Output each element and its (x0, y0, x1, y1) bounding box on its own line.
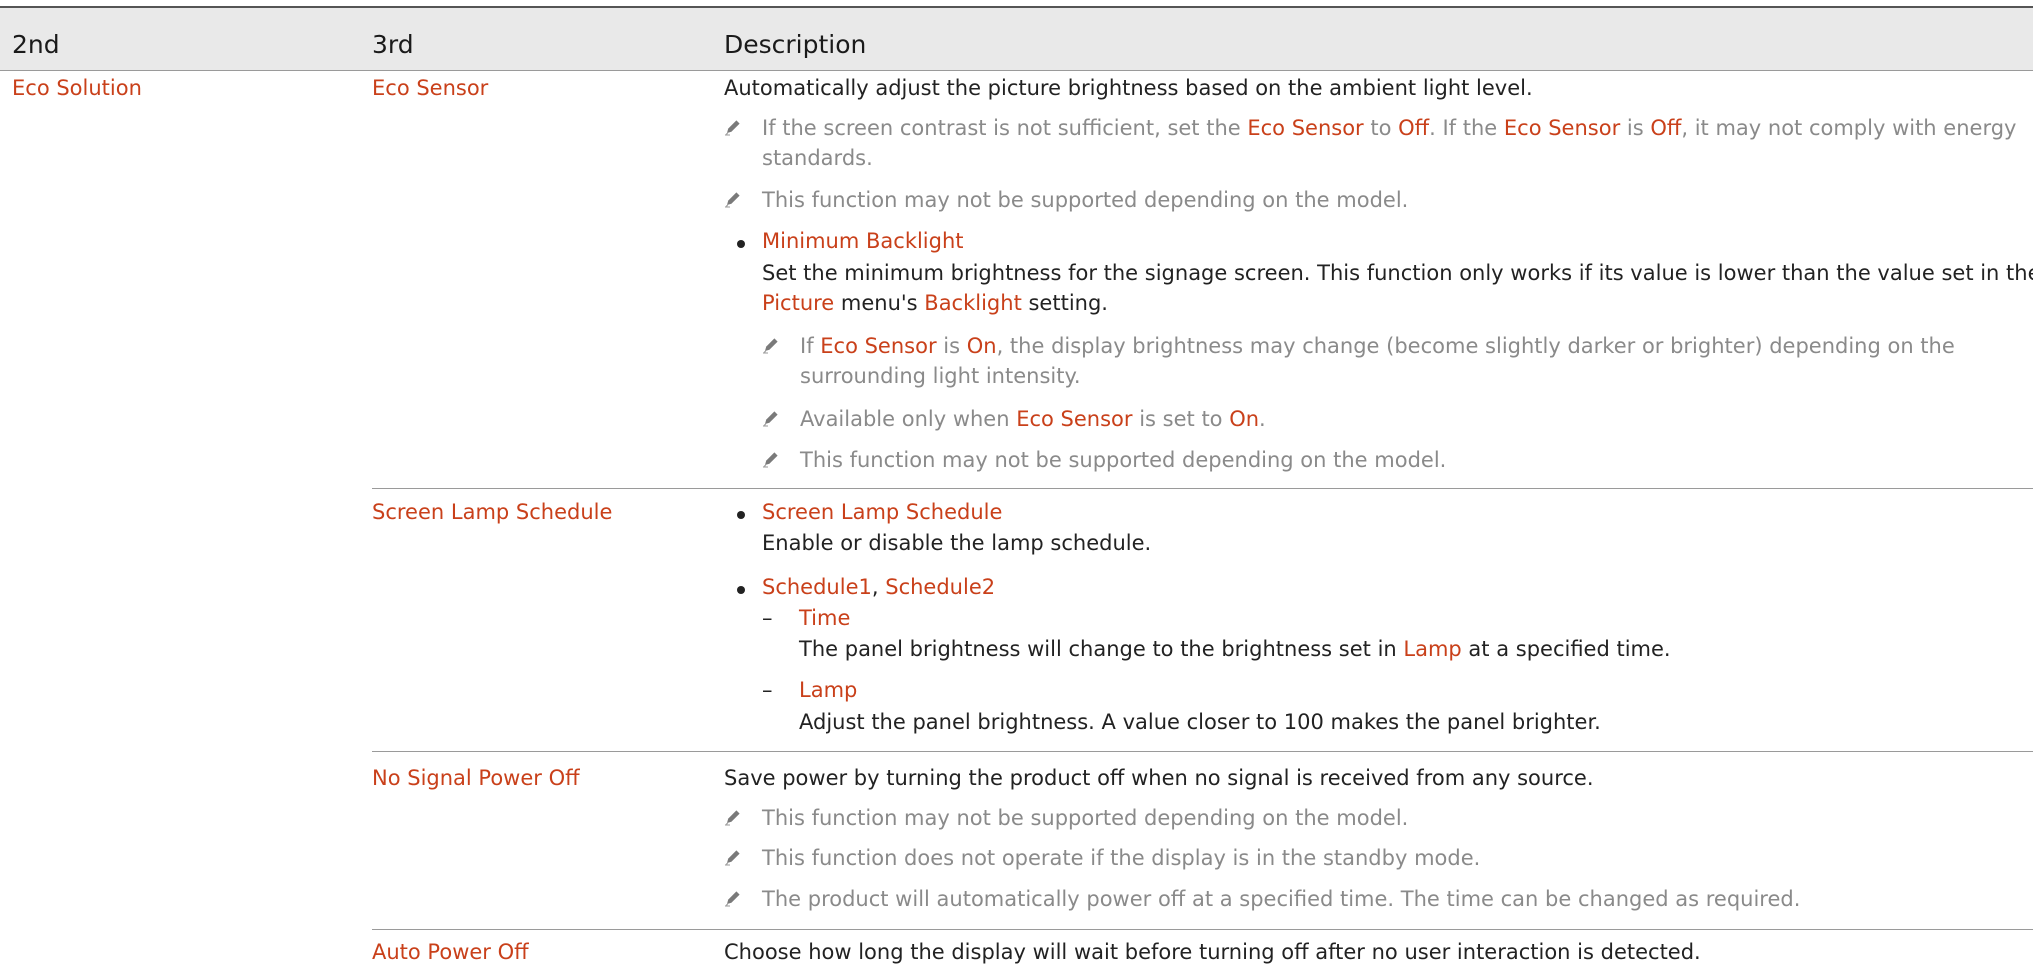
table-header: 2nd 3rd Description (0, 8, 2033, 70)
minimum-backlight-note-3: This function may not be supported depen… (800, 448, 1447, 472)
pencil-icon (724, 889, 742, 907)
bullet-icon (737, 511, 745, 519)
lamp-desc: Adjust the panel brightness. A value clo… (799, 710, 1601, 734)
time-desc: The panel brightness will change to the … (799, 637, 1671, 661)
header-divider (0, 70, 2033, 71)
minimum-backlight-note-2: Available only when Eco Sensor is set to… (800, 407, 1266, 431)
minimum-backlight-title: Minimum Backlight (762, 229, 964, 253)
minimum-backlight-note-1: If Eco Sensor is On, the display brightn… (800, 334, 1955, 358)
pencil-icon (724, 808, 742, 826)
no-signal-power-off-label: No Signal Power Off (372, 766, 580, 790)
bullet-icon (737, 586, 745, 594)
screen-lamp-schedule-label: Screen Lamp Schedule (372, 500, 613, 524)
pencil-icon (762, 409, 780, 427)
eco-sensor-note-1-line2: standards. (762, 146, 873, 170)
eco-sensor-desc: Automatically adjust the picture brightn… (724, 76, 1533, 100)
minimum-backlight-desc-2: Picture menu's Backlight setting. (762, 291, 1108, 315)
row-divider (372, 488, 2033, 489)
header-3rd: 3rd (372, 30, 414, 59)
no-signal-note-1: This function may not be supported depen… (762, 806, 1409, 830)
auto-power-desc: Choose how long the display will wait be… (724, 940, 1701, 964)
eco-sensor-label: Eco Sensor (372, 76, 489, 100)
dash-icon: – (762, 606, 773, 630)
minimum-backlight-desc-1: Set the minimum brightness for the signa… (762, 261, 2033, 285)
pencil-icon (724, 848, 742, 866)
dash-icon: – (762, 678, 773, 702)
pencil-icon (724, 118, 742, 136)
auto-power-off-label: Auto Power Off (372, 940, 529, 964)
pencil-icon (762, 336, 780, 354)
no-signal-note-3: The product will automatically power off… (762, 887, 1801, 911)
eco-sensor-note-1: If the screen contrast is not sufficient… (762, 116, 2017, 140)
minimum-backlight-note-1-line2: surrounding light intensity. (800, 364, 1081, 388)
pencil-icon (762, 450, 780, 468)
schedule-titles: Schedule1, Schedule2 (762, 575, 996, 599)
pencil-icon (724, 190, 742, 208)
screen-lamp-schedule-title: Screen Lamp Schedule (762, 500, 1003, 524)
eco-solution-label: Eco Solution (12, 76, 142, 100)
time-title: Time (799, 606, 851, 630)
lamp-title: Lamp (799, 678, 858, 702)
row-divider (372, 929, 2033, 930)
no-signal-desc: Save power by turning the product off wh… (724, 766, 1594, 790)
header-2nd: 2nd (12, 30, 60, 59)
row-divider (372, 751, 2033, 752)
eco-sensor-note-2: This function may not be supported depen… (762, 188, 1409, 212)
header-description: Description (724, 30, 867, 59)
screen-lamp-schedule-desc: Enable or disable the lamp schedule. (762, 531, 1152, 555)
no-signal-note-2: This function does not operate if the di… (762, 846, 1481, 870)
bullet-icon (737, 240, 745, 248)
